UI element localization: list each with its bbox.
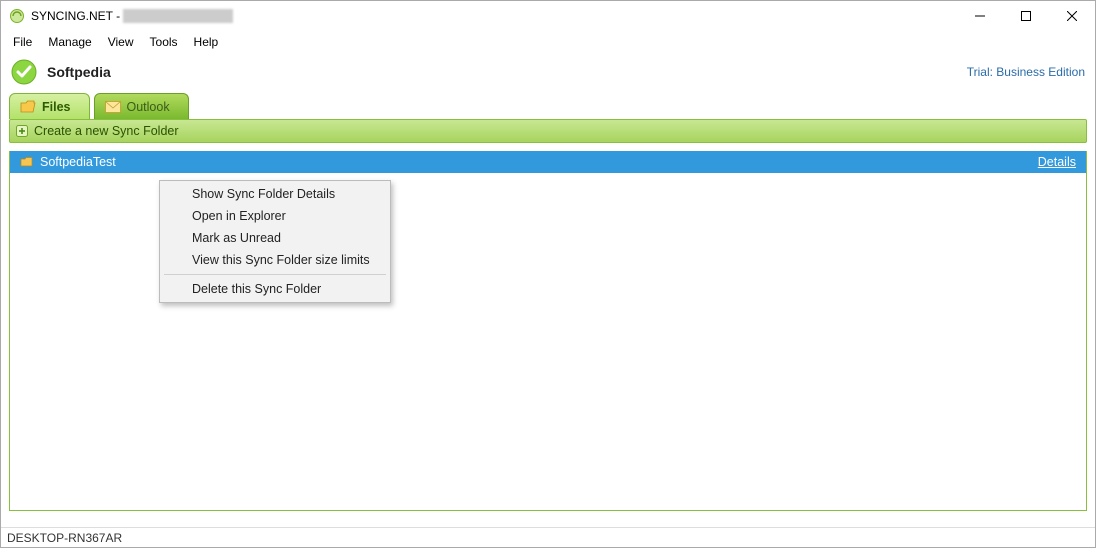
menu-help[interactable]: Help xyxy=(186,33,227,51)
envelope-icon xyxy=(105,101,121,113)
title-bar: SYNCING.NET - xyxy=(1,1,1095,31)
window-title-prefix: SYNCING.NET - xyxy=(31,9,123,23)
context-separator xyxy=(164,274,386,275)
window-controls xyxy=(957,1,1095,31)
folder-open-icon xyxy=(20,100,36,114)
tab-outlook-label: Outlook xyxy=(127,100,170,114)
create-sync-folder-label: Create a new Sync Folder xyxy=(34,124,179,138)
context-delete-folder[interactable]: Delete this Sync Folder xyxy=(162,278,388,300)
status-computer-name: DESKTOP-RN367AR xyxy=(7,531,122,545)
context-mark-unread[interactable]: Mark as Unread xyxy=(162,227,388,249)
sync-folder-row[interactable]: SoftpediaTest Details xyxy=(10,151,1086,173)
plus-icon xyxy=(16,125,28,137)
create-sync-folder-bar[interactable]: Create a new Sync Folder xyxy=(9,119,1087,143)
tab-files-label: Files xyxy=(42,100,71,114)
context-open-explorer[interactable]: Open in Explorer xyxy=(162,205,388,227)
profile-name: Softpedia xyxy=(47,64,111,80)
details-link[interactable]: Details xyxy=(1038,155,1076,169)
maximize-button[interactable] xyxy=(1003,1,1049,31)
sync-folder-name: SoftpediaTest xyxy=(40,155,116,169)
context-view-size-limits[interactable]: View this Sync Folder size limits xyxy=(162,249,388,271)
menu-file[interactable]: File xyxy=(5,33,40,51)
trial-label: Trial: Business Edition xyxy=(967,65,1085,79)
app-icon xyxy=(9,8,25,24)
minimize-button[interactable] xyxy=(957,1,1003,31)
menu-bar: File Manage View Tools Help xyxy=(1,31,1095,53)
status-ok-icon xyxy=(11,59,37,85)
context-show-details[interactable]: Show Sync Folder Details xyxy=(162,183,388,205)
tab-files[interactable]: Files xyxy=(9,93,90,119)
menu-manage[interactable]: Manage xyxy=(40,33,99,51)
menu-tools[interactable]: Tools xyxy=(142,33,186,51)
sync-folder-icon xyxy=(20,155,34,169)
tab-outlook[interactable]: Outlook xyxy=(94,93,189,119)
window-title-redacted xyxy=(123,9,233,23)
window-title: SYNCING.NET - xyxy=(31,9,233,24)
menu-view[interactable]: View xyxy=(100,33,142,51)
context-menu: Show Sync Folder Details Open in Explore… xyxy=(159,180,391,303)
status-bar: DESKTOP-RN367AR xyxy=(1,527,1095,547)
header-row: Softpedia Trial: Business Edition xyxy=(1,53,1095,91)
close-button[interactable] xyxy=(1049,1,1095,31)
tabs-row: Files Outlook xyxy=(1,91,1095,119)
